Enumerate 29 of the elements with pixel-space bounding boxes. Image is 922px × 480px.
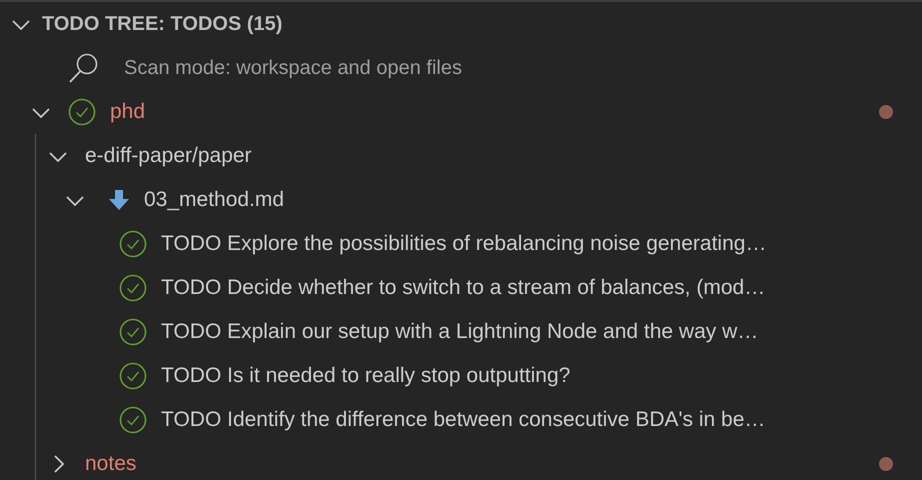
tree-item[interactable]: phd xyxy=(0,90,922,134)
tree-item-label: notes xyxy=(85,452,136,476)
tree-item-label: TODO Identify the difference between consecutive BDA's in be… xyxy=(161,408,766,432)
tree-item-label: phd xyxy=(110,100,146,124)
tree-item[interactable]: 03_method.md xyxy=(36,178,922,222)
tree-item-label: TODO Explain our setup with a Lightning Node and the way w… xyxy=(161,320,758,344)
tree-item-label: TODO Explore the possibilities of rebalancing noise generating… xyxy=(161,232,766,256)
panel-title: TODO TREE: TODOS (15) xyxy=(42,12,282,36)
check-circle-icon xyxy=(119,230,147,258)
check-circle-icon xyxy=(119,274,147,302)
down-arrow-icon xyxy=(108,188,130,212)
check-circle-icon xyxy=(119,362,147,390)
check-circle-icon xyxy=(68,98,96,126)
tree-item-label: 03_method.md xyxy=(144,188,284,212)
tree-item-label: TODO Decide whether to switch to a stream of balances, (mod… xyxy=(161,276,766,300)
check-circle-icon xyxy=(119,318,147,346)
tree-item[interactable]: e-diff-paper/paper xyxy=(36,134,922,178)
scan-mode-text: Scan mode: workspace and open files xyxy=(124,56,462,80)
search-icon xyxy=(68,52,100,84)
tree-item[interactable]: TODO Identify the difference between consecutive BDA's in be… xyxy=(36,398,922,442)
check-circle-icon xyxy=(119,406,147,434)
panel-header[interactable]: TODO TREE: TODOS (15) xyxy=(0,2,922,46)
tree-item[interactable]: TODO Is it needed to really stop outputting? xyxy=(36,354,922,398)
tree-item-label: e-diff-paper/paper xyxy=(85,144,252,168)
tree-item[interactable]: notes xyxy=(36,442,922,480)
tree-item-label: TODO Is it needed to really stop outputting? xyxy=(161,364,570,388)
tree-item[interactable]: TODO Decide whether to switch to a stream of balances, (mod… xyxy=(36,266,922,310)
tree-item[interactable]: TODO Explain our setup with a Lightning Node and the way w… xyxy=(36,310,922,354)
tree-item[interactable]: TODO Explore the possibilities of rebalancing noise generating… xyxy=(36,222,922,266)
